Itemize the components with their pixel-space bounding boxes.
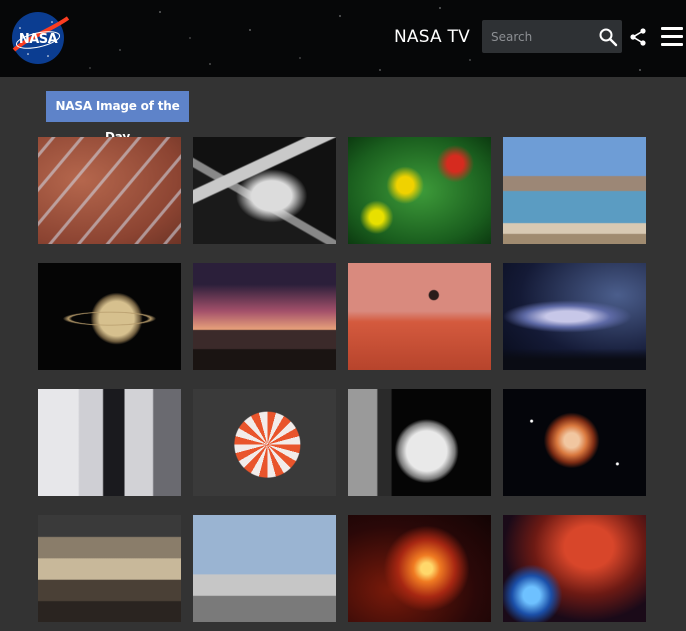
gallery-tile-planetary-nebula[interactable] <box>503 389 646 496</box>
image-of-the-day-badge[interactable]: NASA Image of the Day <box>46 91 189 144</box>
gallery-tile-parachute-test[interactable] <box>193 389 336 496</box>
gallery-tile-saturn-rings[interactable] <box>38 263 181 370</box>
image-gallery <box>38 137 647 622</box>
menu-bar <box>661 43 683 46</box>
search-icon[interactable] <box>598 27 618 47</box>
nasa-tv-link[interactable]: NASA TV <box>394 27 470 47</box>
gallery-tile-red-supergiant-star[interactable] <box>348 515 491 622</box>
gallery-tile-astronaut-spacewalk-station[interactable] <box>348 389 491 496</box>
menu-bar <box>661 27 683 30</box>
hamburger-menu-icon[interactable] <box>661 27 683 47</box>
gallery-tile-astronaut-spacewalk-robotic-arm[interactable] <box>193 137 336 244</box>
gallery-tile-mars-helicopter-illustration[interactable] <box>348 263 491 370</box>
share-icon[interactable] <box>630 28 646 46</box>
gallery-tile-assembly-facility-interior[interactable] <box>38 515 181 622</box>
gallery-tile-shuttle-on-aircraft-sunset[interactable] <box>193 263 336 370</box>
site-header: NASA NASA TV <box>0 0 686 77</box>
nasa-logo[interactable]: NASA <box>8 10 70 66</box>
gallery-tile-astronaut-with-t38-jet[interactable] <box>193 515 336 622</box>
gallery-tile-green-nebula-infrared[interactable] <box>348 137 491 244</box>
search-box <box>482 20 622 53</box>
gallery-tile-nebula-cluster-hubble[interactable] <box>503 515 646 622</box>
search-input[interactable] <box>482 20 601 53</box>
gallery-tile-engineers-in-lab[interactable] <box>38 389 181 496</box>
menu-bar <box>661 35 683 38</box>
gallery-tile-lake-and-mountains[interactable] <box>503 137 646 244</box>
svg-text:NASA: NASA <box>19 32 58 47</box>
gallery-tile-andromeda-milky-way-sky[interactable] <box>503 263 646 370</box>
gallery-tile-mars-frosted-dunes[interactable] <box>38 137 181 244</box>
